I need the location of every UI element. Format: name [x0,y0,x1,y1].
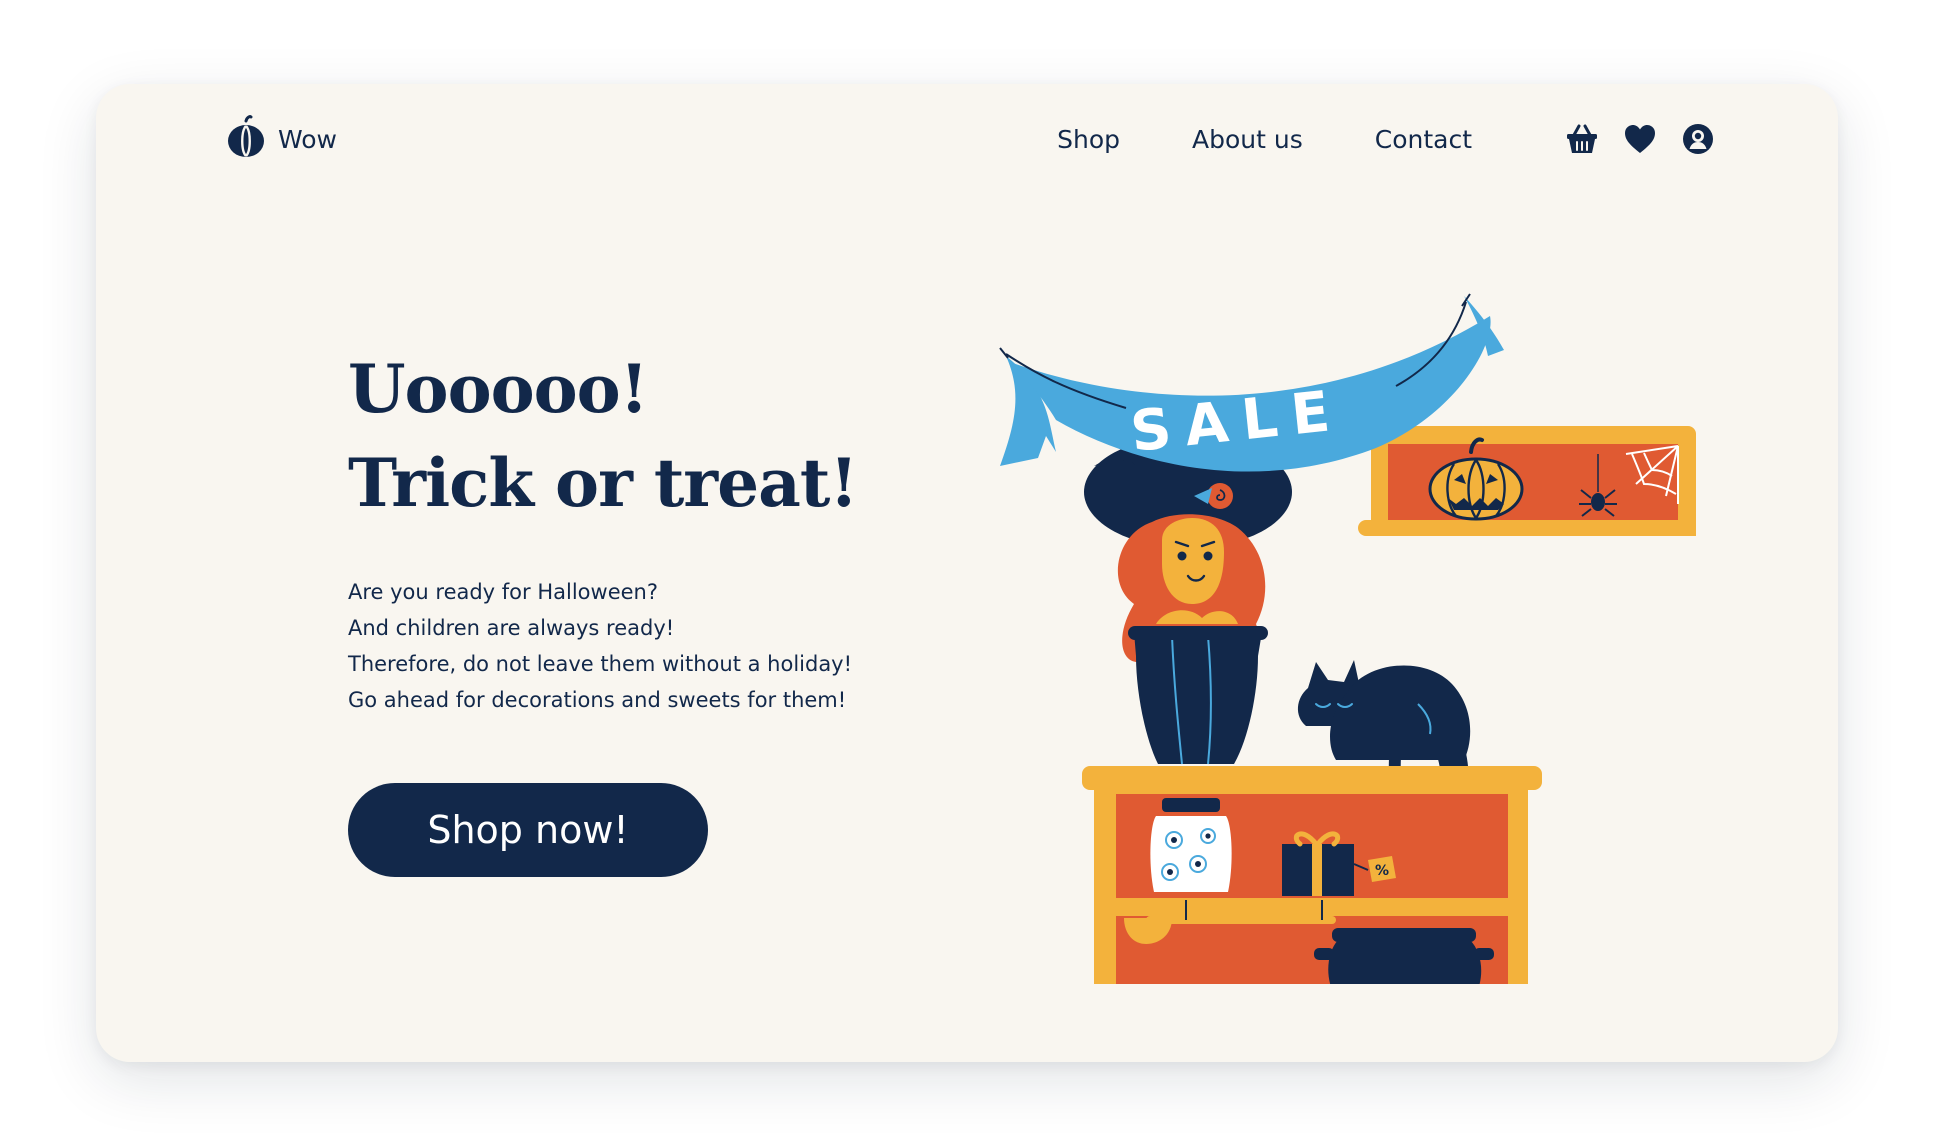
description-line: Therefore, do not leave them without a h… [348,652,853,676]
brand-name: Wow [278,124,337,154]
brand-logo[interactable]: Wow [224,110,337,168]
nav-shop[interactable]: Shop [1057,125,1120,154]
headline-line-1: Uooooo! [348,350,649,428]
description-line: Are you ready for Halloween? [348,580,658,604]
svg-text:%: % [1375,863,1389,879]
user-icon[interactable] [1678,119,1718,159]
description-line: Go ahead for decorations and sweets for … [348,688,847,712]
main-nav: Shop About us Contact [1057,110,1718,168]
hero-description: Are you ready for Halloween? And childre… [348,574,852,718]
halloween-shop-illustration: % SALE [999,293,1696,984]
pumpkin-logo-icon [224,115,268,163]
headline-line-2: Trick or treat! [348,444,858,522]
witch-cauldron [1128,626,1268,765]
heart-icon[interactable] [1620,119,1660,159]
hero-headline: Uooooo! Trick or treat! [348,342,858,530]
description-line: And children are always ready! [348,616,675,640]
nav-about-us[interactable]: About us [1192,125,1303,154]
basket-icon[interactable] [1562,119,1602,159]
nav-contact[interactable]: Contact [1375,125,1472,154]
store-shelf: % [1082,766,1542,984]
landing-card: Wow Shop About us Contact Uooooo! Trick … [96,84,1838,1062]
wall-shelf [1358,426,1696,536]
cauldron-icon [1314,928,1494,984]
shop-now-button[interactable]: Shop now! [348,783,708,877]
